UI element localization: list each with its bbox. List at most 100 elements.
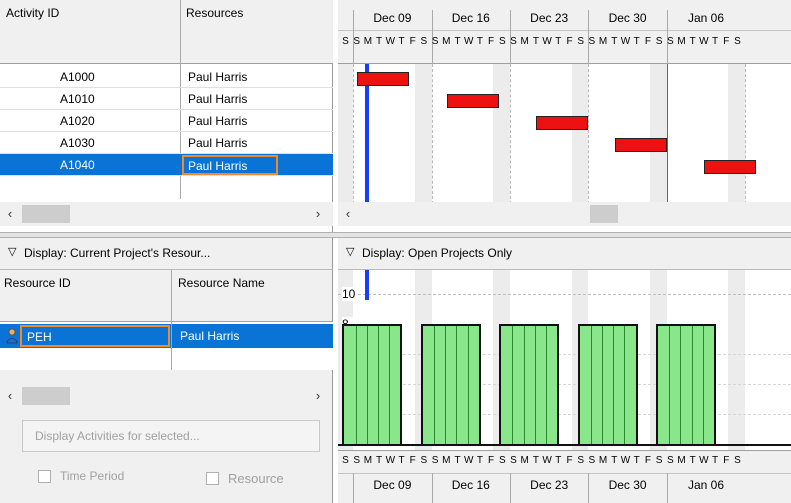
week-label: Dec 09 xyxy=(373,11,412,25)
week-divider xyxy=(510,473,511,503)
day-letter: T xyxy=(555,36,562,47)
activity-bar[interactable] xyxy=(446,94,499,108)
chevron-down-icon[interactable]: ▽ xyxy=(346,245,354,258)
resource-histogram: ▽ Display: Open Projects Only 108642 S S M… xyxy=(338,238,791,503)
day-letter: F xyxy=(409,36,416,47)
day-letter: M xyxy=(363,36,373,47)
baseline xyxy=(338,444,791,446)
resource-checkbox[interactable] xyxy=(206,472,219,485)
histogram-display-bar[interactable]: ▽ Display: Open Projects Only xyxy=(338,238,791,270)
day-divider xyxy=(456,326,458,444)
week-gridline xyxy=(431,64,433,204)
day-divider xyxy=(467,326,469,444)
week-label: Dec 23 xyxy=(530,478,569,492)
histogram-display-label[interactable]: Display: Open Projects Only xyxy=(362,246,782,260)
resource-cell[interactable]: Paul Harris xyxy=(182,155,278,175)
day-divider xyxy=(377,326,379,444)
resource-id-cell[interactable]: PEH xyxy=(20,325,170,347)
week-label: Jan 06 xyxy=(687,478,724,492)
activity-table-hscrollbar[interactable]: ‹ › xyxy=(0,202,333,226)
resource-cell[interactable]: Paul Harris xyxy=(182,136,278,150)
day-letter: S xyxy=(734,455,741,466)
work-week-load xyxy=(342,324,403,444)
day-letter: F xyxy=(566,36,573,47)
histogram-plot: 108642 xyxy=(338,270,791,450)
day-letter: S xyxy=(353,36,361,47)
activity-bar[interactable] xyxy=(614,138,667,152)
day-letter: T xyxy=(555,455,562,466)
day-letter: T xyxy=(376,455,383,466)
table-row[interactable]: A1020 Paul Harris xyxy=(0,110,333,132)
activity-id-cell[interactable]: A1000 xyxy=(60,70,170,84)
activity-bar[interactable] xyxy=(357,72,410,86)
day-letter: M xyxy=(598,455,608,466)
week-gridline xyxy=(745,64,747,204)
activity-id-cell[interactable]: A1040 xyxy=(60,158,170,172)
week-label: Dec 09 xyxy=(373,478,412,492)
resource-table-hscrollbar[interactable]: ‹ › xyxy=(0,384,333,408)
work-week-load xyxy=(420,324,481,444)
col-header-resource-name[interactable]: Resource Name xyxy=(178,276,328,290)
day-divider xyxy=(613,326,615,444)
resource-panel: ▽ Display: Current Project's Resour... R… xyxy=(0,238,333,503)
day-letter: T xyxy=(476,36,483,47)
weekend-band xyxy=(728,64,746,204)
week-gridline xyxy=(353,64,355,204)
arrow-right-icon[interactable]: › xyxy=(310,206,326,221)
resource-row[interactable]: PEH Paul Harris xyxy=(0,324,333,348)
activity-bar[interactable] xyxy=(704,160,757,174)
day-letter: S xyxy=(655,455,663,466)
activity-id-cell[interactable]: A1010 xyxy=(60,92,170,106)
time-period-checkbox[interactable] xyxy=(38,470,51,483)
display-activities-button[interactable]: Display Activities for selected... xyxy=(22,420,320,452)
day-letter: M xyxy=(442,36,451,47)
arrow-left-icon[interactable]: ‹ xyxy=(2,206,18,221)
day-letter: T xyxy=(712,455,719,466)
week-label: Dec 16 xyxy=(451,478,490,492)
arrow-left-icon[interactable]: ‹ xyxy=(340,206,356,221)
day-letter: S xyxy=(431,455,439,466)
resource-cell[interactable]: Paul Harris xyxy=(182,114,278,128)
day-divider xyxy=(534,326,536,444)
gantt-hscrollbar[interactable]: ‹ xyxy=(338,202,791,226)
day-letter: T xyxy=(454,36,461,47)
activity-bar[interactable] xyxy=(536,116,589,130)
table-row[interactable]: A1000 Paul Harris xyxy=(0,66,333,88)
day-letter: F xyxy=(644,36,651,47)
day-letter: T xyxy=(689,455,696,466)
week-gridline xyxy=(510,64,511,204)
day-letter: F xyxy=(488,36,495,47)
scroll-thumb[interactable] xyxy=(22,205,70,223)
day-letter: W xyxy=(542,36,552,47)
day-letter: M xyxy=(598,36,608,47)
scroll-thumb[interactable] xyxy=(22,387,70,405)
chevron-down-icon[interactable]: ▽ xyxy=(8,245,16,258)
resource-cell[interactable]: Paul Harris xyxy=(182,92,278,106)
week-divider xyxy=(588,473,590,503)
table-row[interactable]: A1010 Paul Harris xyxy=(0,88,333,110)
resource-name-cell[interactable]: Paul Harris xyxy=(180,329,330,343)
col-header-resources[interactable]: Resources xyxy=(186,6,326,20)
table-row[interactable]: A1030 Paul Harris xyxy=(0,132,333,154)
person-icon xyxy=(5,328,19,344)
activity-id-cell[interactable]: A1020 xyxy=(60,114,170,128)
resource-display-bar[interactable]: ▽ Display: Current Project's Resour... xyxy=(0,238,333,270)
scroll-thumb[interactable] xyxy=(590,205,618,223)
day-letter: F xyxy=(566,455,573,466)
arrow-right-icon[interactable]: › xyxy=(310,388,326,403)
day-letter: T xyxy=(689,36,696,47)
day-letter: S xyxy=(498,455,506,466)
week-label: Dec 23 xyxy=(530,11,569,25)
week-divider xyxy=(353,473,355,503)
day-letter: S xyxy=(498,36,506,47)
col-header-activity-id[interactable]: Activity ID xyxy=(6,6,176,20)
day-letter: S xyxy=(342,455,349,466)
day-divider xyxy=(702,326,704,444)
arrow-left-icon[interactable]: ‹ xyxy=(2,388,18,403)
resource-display-label[interactable]: Display: Current Project's Resour... xyxy=(24,246,329,260)
weekend-band xyxy=(728,270,746,450)
table-row[interactable]: A1040 Paul Harris xyxy=(0,154,333,176)
activity-id-cell[interactable]: A1030 xyxy=(60,136,170,150)
col-header-resource-id[interactable]: Resource ID xyxy=(4,276,164,290)
resource-cell[interactable]: Paul Harris xyxy=(182,70,278,84)
